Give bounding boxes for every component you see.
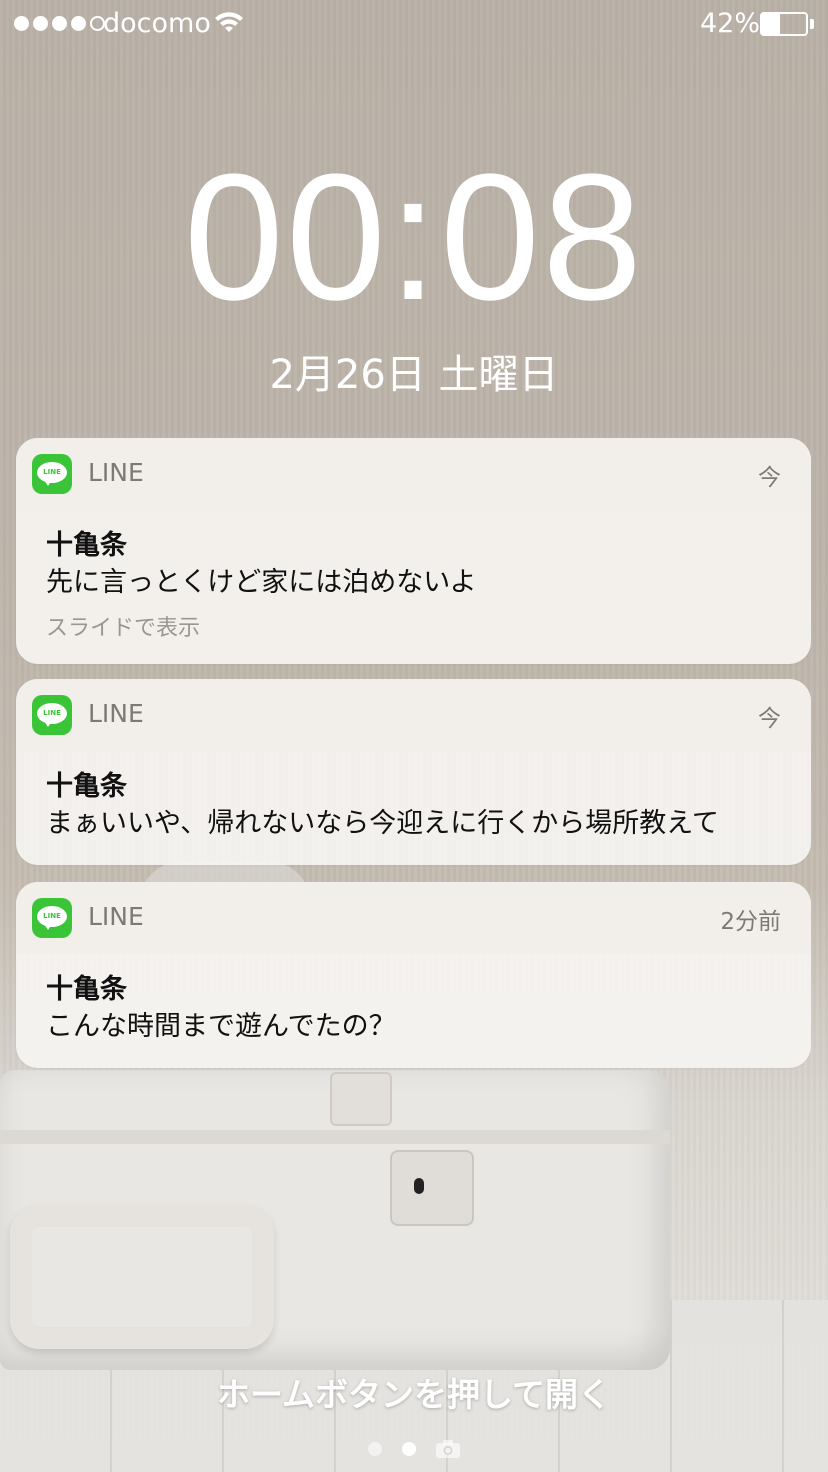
line-app-icon: LINE [32,695,72,735]
notification-card[interactable]: LINE LINE 今 十亀条 先に言っとくけど家には泊めないよ スライドで表示 [16,438,811,664]
notification-message: まぁいいや、帰れないなら今迎えに行くから場所教えて [46,808,719,839]
notification-body: 十亀条 先に言っとくけど家には泊めないよ スライドで表示 [16,510,811,664]
signal-dot [33,16,48,31]
signal-dot [71,16,86,31]
page-dot-active[interactable] [402,1442,416,1456]
notification-app-name: LINE [88,699,144,728]
line-logo: LINE [37,703,67,724]
notification-time: 今 [758,706,781,732]
notification-time: 今 [758,465,781,491]
notification-message: 先に言っとくけど家には泊めないよ [46,567,477,598]
status-bar: docomo 42% [0,0,828,48]
carrier-name: docomo [103,8,211,39]
notification-header: LINE LINE 今 [16,438,811,510]
slide-to-view-hint: スライドで表示 [46,616,201,641]
notification-body: 十亀条 まぁいいや、帰れないなら今迎えに行くから場所教えて [16,751,811,865]
line-logo-tail [44,480,52,486]
wallpaper-suitcase-handle [10,1205,274,1349]
notification-card[interactable]: LINE LINE 今 十亀条 まぁいいや、帰れないなら今迎えに行くから場所教え… [16,679,811,865]
line-logo-tail [44,924,52,930]
notification-sender: 十亀条 [46,771,127,802]
line-logo-tail [44,721,52,727]
wallpaper-suitcase-lock [390,1150,474,1226]
press-home-to-open-hint: ホームボタンを押して開く [216,1375,612,1414]
line-app-icon: LINE [32,454,72,494]
notification-header: LINE LINE 2分前 [16,882,811,954]
camera-icon[interactable] [436,1440,460,1458]
wallpaper-suitcase-latch [330,1072,392,1126]
notification-body: 十亀条 こんな時間まで遊んでたの？ [16,954,811,1068]
battery-tip [810,19,814,29]
lock-screen-time: 00:08 [183,137,645,338]
signal-dot [14,16,29,31]
notification-app-name: LINE [88,458,144,487]
line-logo: LINE [37,462,67,483]
signal-dot [52,16,67,31]
page-dot[interactable] [368,1442,382,1456]
wifi-icon [215,12,243,32]
battery-percentage: 42% [700,8,761,39]
battery-level [762,14,781,34]
line-app-icon: LINE [32,898,72,938]
lock-screen: docomo 42% 00:08 2月26日 土曜日 LINE LINE 今 十… [0,0,828,1472]
notification-time: 2分前 [720,909,781,935]
line-logo: LINE [37,906,67,927]
notification-card[interactable]: LINE LINE 2分前 十亀条 こんな時間まで遊んでたの？ [16,882,811,1068]
notification-sender: 十亀条 [46,974,127,1005]
notification-sender: 十亀条 [46,530,127,561]
notification-header: LINE LINE 今 [16,679,811,751]
notification-app-name: LINE [88,902,144,931]
page-indicator[interactable] [0,1440,828,1458]
wallpaper-keyhole [414,1178,424,1194]
wallpaper-suitcase-ridge [0,1130,670,1144]
battery-icon [760,12,808,36]
signal-strength-icon [14,16,105,31]
lock-screen-date: 2月26日 土曜日 [269,352,559,398]
notification-message: こんな時間まで遊んでたの？ [46,1011,396,1042]
